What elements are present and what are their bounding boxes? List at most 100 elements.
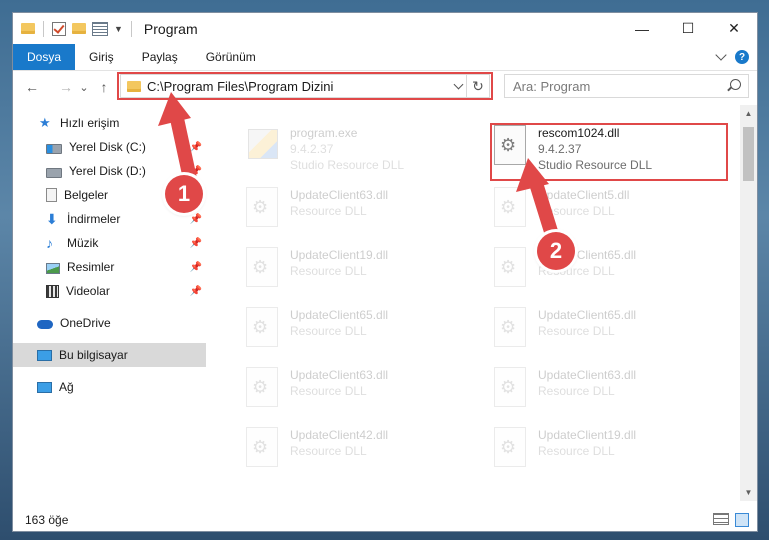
- this-pc-icon: [37, 350, 52, 361]
- help-icon[interactable]: ?: [735, 50, 749, 64]
- file-tile[interactable]: UpdateClient63.dll Resource DLL: [492, 365, 732, 421]
- scroll-down-arrow-icon[interactable]: ▼: [740, 484, 757, 501]
- expand-ribbon-chevron-icon[interactable]: [715, 49, 727, 61]
- file-description: Resource DLL: [538, 384, 615, 398]
- file-version: 9.4.2.37: [538, 142, 582, 156]
- file-name: UpdateClient63.dll: [290, 368, 389, 382]
- toolbar-separator: [43, 20, 44, 37]
- nav-item-this-pc[interactable]: Bu bilgisayar: [13, 343, 206, 367]
- file-name: program.exe: [290, 126, 358, 140]
- pin-icon[interactable]: 📌: [190, 238, 202, 249]
- ribbon-tabs: Dosya Giriş Paylaş Görünüm ?: [13, 44, 757, 71]
- address-path[interactable]: C:\Program Files\Program Dizini: [147, 79, 450, 94]
- address-row: ← → ⌄ ↑ C:\Program Files\Program Dizini …: [13, 71, 757, 103]
- nav-item-music[interactable]: ♪ Müzik 📌: [13, 231, 206, 255]
- nav-item-network[interactable]: Ağ: [13, 375, 206, 399]
- file-tile-rescom1024[interactable]: rescom1024.dll 9.4.2.37 Studio Resource …: [492, 123, 732, 179]
- back-button[interactable]: ←: [21, 76, 43, 98]
- onedrive-icon: [37, 320, 53, 329]
- nav-item-videos[interactable]: Videolar 📌: [13, 279, 206, 303]
- file-tile[interactable]: UpdateClient5.dll Resource DLL: [492, 185, 732, 241]
- file-name: UpdateClient19.dll: [538, 428, 637, 442]
- scroll-up-arrow-icon[interactable]: ▲: [740, 105, 757, 122]
- explorer-window: ▼ Program — ☐ ✕ Dosya Giriş Paylaş Görün…: [12, 12, 758, 532]
- up-button[interactable]: ↑: [93, 76, 115, 98]
- close-button[interactable]: ✕: [711, 13, 757, 44]
- nav-item-label: Belgeler: [64, 188, 109, 202]
- file-tile[interactable]: UpdateClient19.dll Resource DLL: [244, 245, 484, 301]
- nav-item-label: Yerel Disk (C:): [69, 140, 146, 154]
- file-name: UpdateClient5.dll: [538, 188, 630, 202]
- dll-file-icon: [492, 123, 528, 169]
- pin-icon[interactable]: 📌: [190, 214, 202, 225]
- tiles-view-icon[interactable]: [735, 513, 749, 527]
- view-buttons: [713, 513, 749, 527]
- nav-item-drive-c[interactable]: Yerel Disk (C:) 📌: [13, 135, 206, 159]
- file-description: Resource DLL: [290, 444, 367, 458]
- item-count: 163 öğe: [25, 513, 69, 527]
- nav-item-label: Hızlı erişim: [60, 116, 120, 130]
- documents-icon: [46, 188, 57, 202]
- customize-toolbar-chevron-icon[interactable]: ▼: [114, 24, 123, 34]
- minimize-button[interactable]: —: [619, 13, 665, 44]
- nav-item-label: Videolar: [66, 284, 110, 298]
- file-description: Studio Resource DLL: [290, 158, 405, 172]
- maximize-button[interactable]: ☐: [665, 13, 711, 44]
- nav-item-label: Müzik: [67, 236, 99, 250]
- dll-file-icon: [492, 365, 528, 411]
- navigation-pane: ★ Hızlı erişim Yerel Disk (C:) 📌 Yerel D…: [13, 111, 206, 501]
- file-description: Resource DLL: [290, 204, 367, 218]
- new-folder-icon[interactable]: [72, 23, 86, 34]
- nav-item-pictures[interactable]: Resimler 📌: [13, 255, 206, 279]
- file-tile[interactable]: UpdateClient65.dll Resource DLL: [492, 245, 732, 301]
- file-tile[interactable]: UpdateClient19.dll Resource DLL: [492, 425, 732, 481]
- properties-check-icon[interactable]: [52, 21, 66, 36]
- pin-icon[interactable]: 📌: [190, 286, 202, 297]
- dll-file-icon: [244, 185, 280, 231]
- dll-file-icon: [492, 185, 528, 231]
- search-box[interactable]: Ara: Program: [504, 74, 749, 98]
- pin-icon[interactable]: 📌: [190, 142, 202, 153]
- dll-file-icon: [492, 425, 528, 471]
- vertical-scrollbar[interactable]: ▲ ▼: [740, 105, 757, 501]
- tab-view[interactable]: Görünüm: [192, 44, 270, 70]
- window-title: Program: [143, 20, 198, 37]
- file-tile[interactable]: UpdateClient63.dll Resource DLL: [244, 365, 484, 421]
- recent-locations-button[interactable]: ⌄: [77, 76, 91, 98]
- file-tile[interactable]: program.exe 9.4.2.37 Studio Resource DLL: [244, 123, 484, 179]
- pin-icon[interactable]: 📌: [190, 262, 202, 273]
- nav-item-label: Bu bilgisayar: [59, 348, 128, 362]
- window-controls: — ☐ ✕: [619, 13, 757, 44]
- refresh-button[interactable]: ↻: [466, 75, 489, 97]
- search-icon[interactable]: [730, 79, 741, 90]
- forward-button[interactable]: →: [55, 76, 77, 98]
- nav-item-label: Yerel Disk (D:): [69, 164, 146, 178]
- search-placeholder: Ara: Program: [513, 78, 591, 94]
- pin-icon[interactable]: 📌: [190, 166, 202, 177]
- dll-file-icon: [244, 245, 280, 291]
- address-bar[interactable]: C:\Program Files\Program Dizini ↻: [120, 74, 490, 98]
- file-tile[interactable]: UpdateClient63.dll Resource DLL: [244, 185, 484, 241]
- details-view-icon[interactable]: [713, 513, 729, 525]
- tab-share[interactable]: Paylaş: [128, 44, 192, 70]
- properties-icon[interactable]: [92, 21, 108, 36]
- exe-file-icon: [244, 123, 280, 169]
- dll-file-icon: [244, 305, 280, 351]
- file-tile[interactable]: UpdateClient42.dll Resource DLL: [244, 425, 484, 481]
- star-icon: ★: [39, 115, 51, 130]
- dll-file-icon: [244, 365, 280, 411]
- nav-item-onedrive[interactable]: OneDrive: [13, 311, 206, 335]
- file-description: Studio Resource DLL: [538, 158, 653, 172]
- file-description: Resource DLL: [538, 204, 615, 218]
- file-name: UpdateClient65.dll: [538, 308, 637, 322]
- address-dropdown-chevron-icon[interactable]: [450, 79, 466, 89]
- tab-home[interactable]: Giriş: [75, 44, 128, 70]
- file-tile[interactable]: UpdateClient65.dll Resource DLL: [244, 305, 484, 361]
- tab-file[interactable]: Dosya: [13, 44, 76, 70]
- nav-item-label: OneDrive: [60, 316, 111, 330]
- file-name: UpdateClient19.dll: [290, 248, 389, 262]
- scroll-thumb[interactable]: [743, 127, 754, 181]
- nav-item-quick-access[interactable]: ★ Hızlı erişim: [13, 111, 206, 135]
- file-tile[interactable]: UpdateClient65.dll Resource DLL: [492, 305, 732, 361]
- folder-icon: [21, 23, 35, 34]
